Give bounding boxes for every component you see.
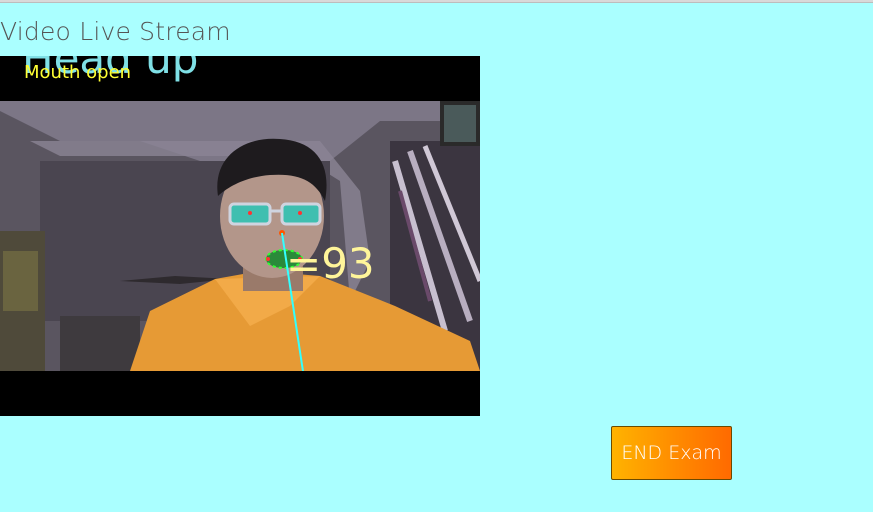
mouth-status: Mouth open <box>24 62 132 83</box>
camera-scene <box>0 101 480 371</box>
page-title: Video Live Stream <box>0 17 231 46</box>
end-exam-button[interactable]: END Exam <box>611 426 732 480</box>
camera-frame: =93 <box>0 101 480 371</box>
browser-top-border <box>0 0 873 3</box>
head-angle-readout: =93 <box>286 239 375 288</box>
video-stream: =93 Head up Mouth open <box>0 56 480 416</box>
